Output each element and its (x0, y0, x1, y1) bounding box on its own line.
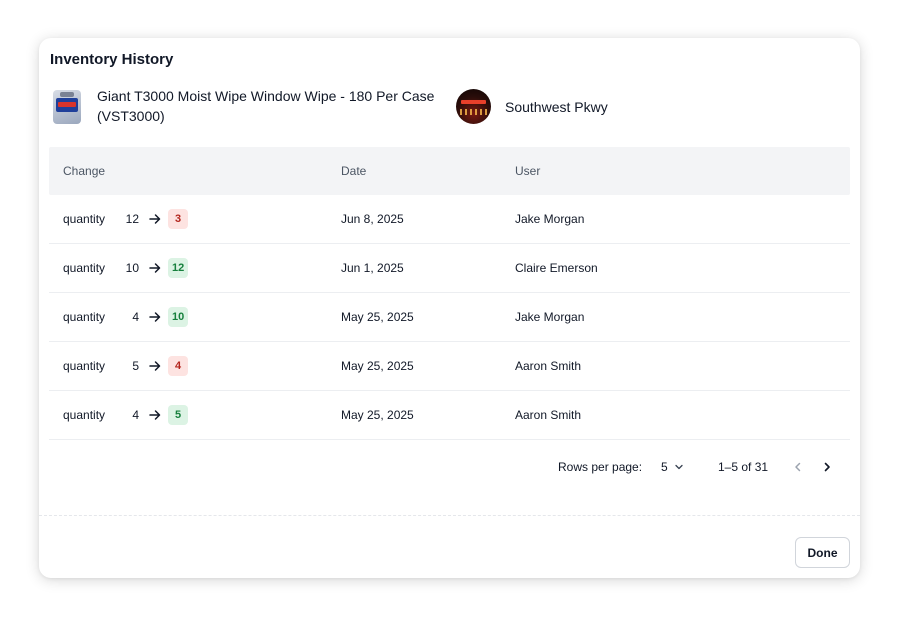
user-cell: Aaron Smith (515, 408, 582, 422)
change-cell: quantity 4 5 (63, 391, 283, 439)
new-value-badge: 3 (168, 209, 188, 229)
arrow-right-icon (149, 263, 161, 273)
table-row: quantity 10 12 Jun 1, 2025 Claire Emerson (49, 244, 850, 293)
user-cell: Claire Emerson (515, 261, 598, 275)
chevron-right-icon (824, 462, 830, 472)
old-value: 12 (125, 212, 139, 226)
previous-page-button[interactable] (789, 458, 807, 476)
old-value: 10 (125, 261, 139, 275)
next-page-button[interactable] (818, 458, 836, 476)
rows-per-page-value: 5 (661, 460, 668, 474)
new-value-badge: 12 (168, 258, 189, 278)
date-cell: May 25, 2025 (341, 359, 414, 373)
change-cell: quantity 12 3 (63, 195, 283, 243)
arrow-right-icon (149, 361, 161, 371)
date-cell: Jun 1, 2025 (341, 261, 404, 275)
date-cell: Jun 8, 2025 (341, 212, 404, 226)
date-cell: May 25, 2025 (341, 408, 414, 422)
location-info: Southwest Pkwy (456, 89, 608, 124)
chevron-down-icon (675, 464, 683, 470)
table-body: quantity 12 3 Jun 8, 2025 Jake Morgan quantit… (49, 195, 850, 440)
old-value: 4 (132, 408, 139, 422)
arrow-right-icon (149, 312, 161, 322)
arrow-right-icon (149, 214, 161, 224)
location-avatar-icon (456, 89, 491, 124)
change-field: quantity (63, 359, 106, 373)
table-row: quantity 12 3 Jun 8, 2025 Jake Morgan (49, 195, 850, 244)
modal-title: Inventory History (50, 51, 174, 68)
chevron-left-icon (795, 462, 801, 472)
change-field: quantity (63, 310, 106, 324)
product-image-icon (53, 90, 81, 124)
product-name: Giant T3000 Moist Wipe Window Wipe - 180… (97, 88, 435, 124)
column-header-user: User (515, 164, 541, 178)
table-row: quantity 5 4 May 25, 2025 Aaron Smith (49, 342, 850, 391)
product-info: Giant T3000 Moist Wipe Window Wipe - 180… (53, 88, 442, 126)
user-cell: Jake Morgan (515, 310, 585, 324)
change-cell: quantity 10 12 (63, 244, 283, 292)
footer-divider (39, 515, 860, 516)
change-cell: quantity 4 10 (63, 293, 283, 341)
location-name: Southwest Pkwy (505, 98, 608, 115)
change-field: quantity (63, 408, 106, 422)
pagination: Rows per page: 5 1–5 of 31 (39, 458, 860, 478)
column-header-change: Change (63, 164, 106, 178)
change-cell: quantity 5 4 (63, 342, 283, 390)
table-header: Change Date User (49, 147, 850, 195)
arrow-right-icon (149, 410, 161, 420)
page-backdrop: Inventory History Giant T3000 Moist Wipe… (0, 0, 899, 617)
old-value: 4 (132, 310, 139, 324)
inventory-history-modal: Inventory History Giant T3000 Moist Wipe… (39, 38, 860, 578)
done-button[interactable]: Done (795, 537, 850, 568)
user-cell: Aaron Smith (515, 359, 582, 373)
user-cell: Jake Morgan (515, 212, 585, 226)
rows-per-page-select[interactable]: 5 (661, 458, 684, 476)
change-field: quantity (63, 261, 106, 275)
new-value-badge: 5 (168, 405, 188, 425)
pagination-range: 1–5 of 31 (718, 460, 769, 474)
old-value: 5 (132, 359, 139, 373)
rows-per-page-label: Rows per page: (558, 460, 643, 474)
column-header-date: Date (341, 164, 367, 178)
new-value-badge: 10 (168, 307, 189, 327)
table-row: quantity 4 10 May 25, 2025 Jake Morgan (49, 293, 850, 342)
history-table: Change Date User quantity 12 3 Jun 8, 2025 J… (49, 147, 850, 440)
new-value-badge: 4 (168, 356, 188, 376)
date-cell: May 25, 2025 (341, 310, 414, 324)
change-field: quantity (63, 212, 106, 226)
table-row: quantity 4 5 May 25, 2025 Aaron Smith (49, 391, 850, 440)
